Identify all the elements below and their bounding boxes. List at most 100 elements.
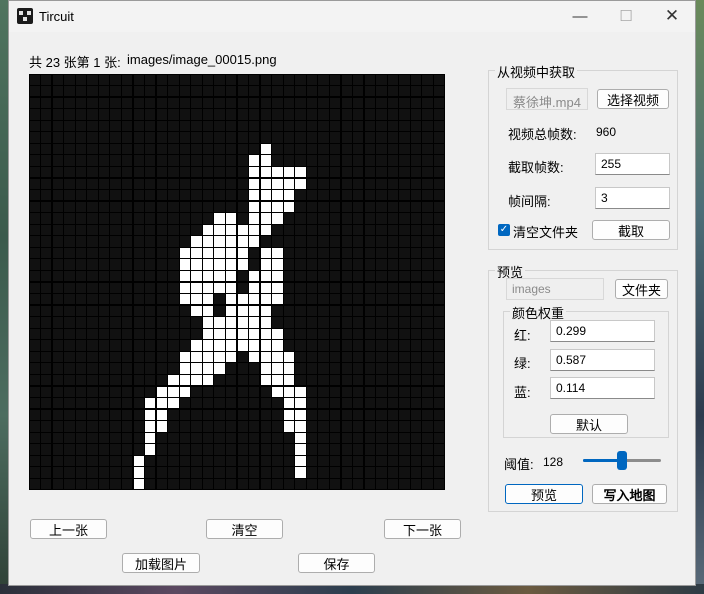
pixel-cell[interactable] bbox=[329, 317, 341, 328]
pixel-cell[interactable] bbox=[318, 363, 329, 374]
pixel-cell[interactable] bbox=[121, 190, 133, 201]
pixel-cell[interactable] bbox=[202, 328, 214, 340]
pixel-cell[interactable] bbox=[110, 178, 121, 189]
pixel-cell[interactable] bbox=[202, 455, 214, 467]
pixel-cell[interactable] bbox=[179, 143, 191, 155]
pixel-cell[interactable] bbox=[272, 201, 283, 212]
pixel-cell[interactable] bbox=[98, 213, 110, 224]
pixel-cell[interactable] bbox=[295, 201, 306, 212]
pixel-cell[interactable] bbox=[52, 386, 63, 397]
pixel-cell[interactable] bbox=[133, 305, 144, 316]
pixel-cell[interactable] bbox=[156, 455, 167, 467]
pixel-cell[interactable] bbox=[433, 155, 445, 166]
pixel-cell[interactable] bbox=[191, 132, 202, 143]
pixel-cell[interactable] bbox=[52, 340, 63, 351]
pixel-cell[interactable] bbox=[156, 190, 167, 201]
pixel-cell[interactable] bbox=[283, 224, 295, 236]
pixel-cell[interactable] bbox=[422, 351, 433, 363]
pixel-cell[interactable] bbox=[249, 421, 260, 432]
pixel-cell[interactable] bbox=[41, 155, 52, 166]
pixel-cell[interactable] bbox=[52, 201, 63, 212]
pixel-cell[interactable] bbox=[249, 328, 260, 340]
pixel-cell[interactable] bbox=[376, 190, 387, 201]
pixel-cell[interactable] bbox=[329, 178, 341, 189]
pixel-cell[interactable] bbox=[202, 432, 214, 444]
pixel-cell[interactable] bbox=[110, 421, 121, 432]
pixel-cell[interactable] bbox=[237, 305, 248, 316]
pixel-cell[interactable] bbox=[191, 294, 202, 305]
pixel-cell[interactable] bbox=[364, 190, 375, 201]
pixel-cell[interactable] bbox=[98, 120, 110, 132]
pixel-cell[interactable] bbox=[237, 224, 248, 236]
pixel-cell[interactable] bbox=[399, 340, 410, 351]
pixel-cell[interactable] bbox=[364, 398, 375, 409]
pixel-cell[interactable] bbox=[156, 270, 167, 282]
pixel-cell[interactable] bbox=[364, 86, 375, 97]
pixel-cell[interactable] bbox=[422, 143, 433, 155]
pixel-cell[interactable] bbox=[156, 421, 167, 432]
pixel-cell[interactable] bbox=[145, 236, 156, 247]
pixel-cell[interactable] bbox=[387, 478, 399, 490]
pixel-cell[interactable] bbox=[433, 97, 445, 108]
pixel-cell[interactable] bbox=[121, 478, 133, 490]
pixel-cell[interactable] bbox=[168, 421, 179, 432]
pixel-cell[interactable] bbox=[98, 478, 110, 490]
pixel-cell[interactable] bbox=[52, 421, 63, 432]
pixel-cell[interactable] bbox=[341, 351, 352, 363]
pixel-cell[interactable] bbox=[52, 86, 63, 97]
pixel-cell[interactable] bbox=[191, 166, 202, 178]
pixel-grid-canvas[interactable] bbox=[29, 74, 445, 490]
pixel-cell[interactable] bbox=[168, 305, 179, 316]
pixel-cell[interactable] bbox=[422, 201, 433, 212]
pixel-cell[interactable] bbox=[364, 351, 375, 363]
pixel-cell[interactable] bbox=[318, 305, 329, 316]
pixel-cell[interactable] bbox=[283, 398, 295, 409]
pixel-cell[interactable] bbox=[306, 386, 318, 397]
pixel-cell[interactable] bbox=[283, 178, 295, 189]
pixel-cell[interactable] bbox=[249, 282, 260, 293]
pixel-cell[interactable] bbox=[318, 155, 329, 166]
pixel-cell[interactable] bbox=[191, 363, 202, 374]
pixel-cell[interactable] bbox=[179, 120, 191, 132]
pixel-cell[interactable] bbox=[306, 201, 318, 212]
pixel-cell[interactable] bbox=[64, 86, 75, 97]
pixel-cell[interactable] bbox=[306, 247, 318, 259]
clear-folder-label[interactable]: 清空文件夹 bbox=[513, 222, 578, 241]
pixel-cell[interactable] bbox=[41, 201, 52, 212]
pixel-cell[interactable] bbox=[121, 270, 133, 282]
pixel-cell[interactable] bbox=[295, 374, 306, 386]
pixel-cell[interactable] bbox=[353, 270, 364, 282]
pixel-cell[interactable] bbox=[41, 374, 52, 386]
pixel-cell[interactable] bbox=[191, 374, 202, 386]
pixel-cell[interactable] bbox=[145, 386, 156, 397]
pixel-cell[interactable] bbox=[341, 109, 352, 120]
pixel-cell[interactable] bbox=[260, 247, 271, 259]
pixel-cell[interactable] bbox=[87, 259, 98, 270]
pixel-cell[interactable] bbox=[249, 190, 260, 201]
pixel-cell[interactable] bbox=[87, 374, 98, 386]
pixel-cell[interactable] bbox=[318, 247, 329, 259]
pixel-cell[interactable] bbox=[64, 351, 75, 363]
pixel-cell[interactable] bbox=[214, 213, 225, 224]
pixel-cell[interactable] bbox=[145, 282, 156, 293]
pixel-cell[interactable] bbox=[156, 478, 167, 490]
pixel-cell[interactable] bbox=[237, 178, 248, 189]
pixel-cell[interactable] bbox=[225, 432, 237, 444]
pixel-cell[interactable] bbox=[110, 363, 121, 374]
pixel-cell[interactable] bbox=[376, 166, 387, 178]
pixel-cell[interactable] bbox=[29, 340, 40, 351]
pixel-cell[interactable] bbox=[121, 374, 133, 386]
pixel-cell[interactable] bbox=[237, 213, 248, 224]
pixel-cell[interactable] bbox=[399, 270, 410, 282]
pixel-cell[interactable] bbox=[306, 409, 318, 420]
default-weights-button[interactable]: 默认 bbox=[550, 414, 628, 434]
pixel-cell[interactable] bbox=[318, 421, 329, 432]
pixel-cell[interactable] bbox=[422, 120, 433, 132]
red-weight-input[interactable]: 0.299 bbox=[550, 320, 655, 342]
pixel-cell[interactable] bbox=[272, 178, 283, 189]
pixel-cell[interactable] bbox=[145, 132, 156, 143]
pixel-cell[interactable] bbox=[422, 444, 433, 455]
pixel-cell[interactable] bbox=[41, 86, 52, 97]
pixel-cell[interactable] bbox=[214, 155, 225, 166]
pixel-cell[interactable] bbox=[87, 421, 98, 432]
